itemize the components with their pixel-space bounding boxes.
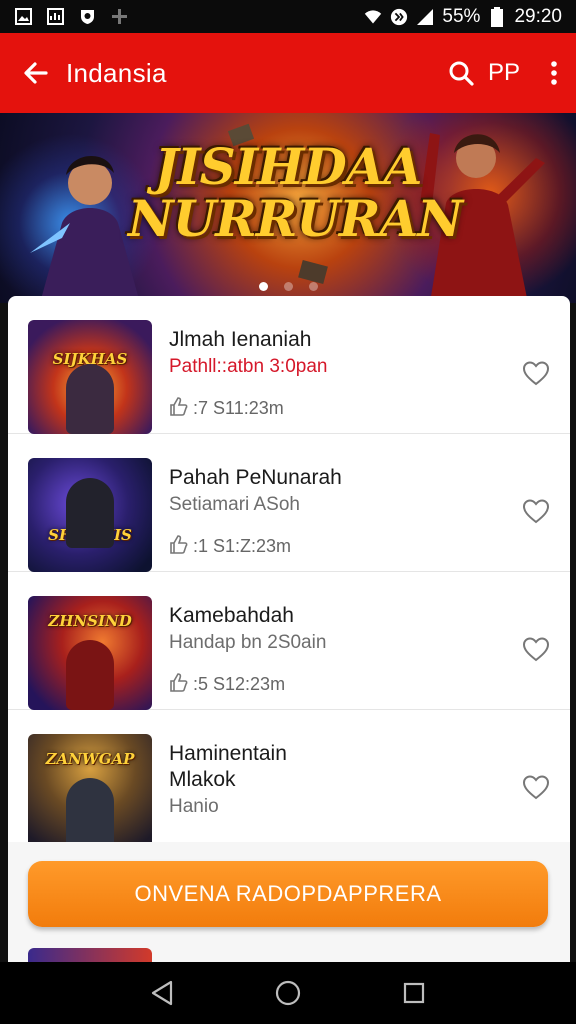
item-meta: :5 S12:23m	[169, 672, 285, 697]
carousel-indicator	[0, 282, 576, 291]
item-title: Haminentain	[169, 742, 287, 765]
carousel-dot[interactable]	[283, 282, 293, 291]
back-arrow-icon[interactable]	[22, 59, 50, 87]
thumbs-up-icon	[169, 672, 189, 697]
game-thumbnail: ZANWGAP	[28, 734, 152, 848]
game-thumbnail: ZHNSIND	[28, 596, 152, 710]
page-title: Indansia	[66, 57, 167, 88]
carousel-dot[interactable]	[258, 282, 268, 291]
list-item[interactable]: SIJKHAS Jlmah Ienaniah Pathll::atbn 3:0p…	[8, 296, 570, 434]
pp-button[interactable]: PP	[488, 59, 520, 87]
fan-icon	[110, 8, 128, 26]
list-item[interactable]: ZANWGAP Haminentain Mlakok Hanio	[8, 710, 570, 848]
item-subtitle: Hanio	[169, 796, 219, 817]
list-item[interactable]: ZHNSIND Kamebahdah Handap bn 2S0ain :5 S…	[8, 572, 570, 710]
thumbs-up-icon	[169, 534, 189, 559]
item-subtitle: Handap bn 2S0ain	[169, 632, 327, 653]
item-title: Pahah PeNunarah	[169, 466, 342, 489]
primary-cta-button[interactable]: ONVENA RADOPDAPPRERA	[28, 861, 548, 927]
clock: 29:20	[514, 5, 562, 27]
image-icon	[14, 8, 32, 26]
heart-icon[interactable]	[522, 498, 550, 524]
signal-icon	[416, 8, 434, 26]
more-vert-icon[interactable]	[550, 60, 558, 86]
heart-icon[interactable]	[522, 636, 550, 662]
home-circle-icon[interactable]	[274, 979, 302, 1007]
carousel-dot[interactable]	[308, 282, 318, 291]
wifi-icon	[364, 8, 382, 26]
recents-square-icon[interactable]	[402, 981, 426, 1005]
item-title-line2: Mlakok	[169, 768, 236, 791]
list-item[interactable]: SHNKHIS Pahah PeNunarah Setiamari ASoh :…	[8, 434, 570, 572]
thumbs-up-icon	[169, 396, 189, 421]
item-subtitle: Setiamari ASoh	[169, 494, 300, 515]
back-triangle-icon[interactable]	[150, 980, 174, 1006]
battery-icon	[488, 6, 506, 27]
battery-percent: 55%	[442, 5, 481, 27]
data-icon	[390, 8, 408, 26]
status-bar: 55% 29:20	[0, 0, 576, 33]
heart-icon[interactable]	[522, 360, 550, 386]
shield-icon	[78, 8, 96, 26]
item-subtitle: Pathll::atbn 3:0pan	[169, 356, 328, 377]
system-nav-bar	[0, 962, 576, 1024]
item-meta: :1 S1:Z:23m	[169, 534, 291, 559]
search-icon[interactable]	[448, 60, 474, 86]
app-bar: Indansia PP	[0, 33, 576, 113]
gallery-icon	[46, 8, 64, 26]
item-meta: :7 S11:23m	[169, 396, 284, 421]
game-thumbnail: SHNKHIS	[28, 458, 152, 572]
banner-title: JISIHDAA NURRURAN	[128, 137, 463, 248]
hero-banner[interactable]: JISIHDAA NURRURAN	[0, 113, 576, 303]
item-title: Kamebahdah	[169, 604, 294, 627]
game-thumbnail: SIJKHAS	[28, 320, 152, 434]
heart-icon[interactable]	[522, 774, 550, 800]
item-title: Jlmah Ienaniah	[169, 328, 312, 351]
cta-panel: ONVENA RADOPDAPPRERA	[8, 842, 570, 968]
